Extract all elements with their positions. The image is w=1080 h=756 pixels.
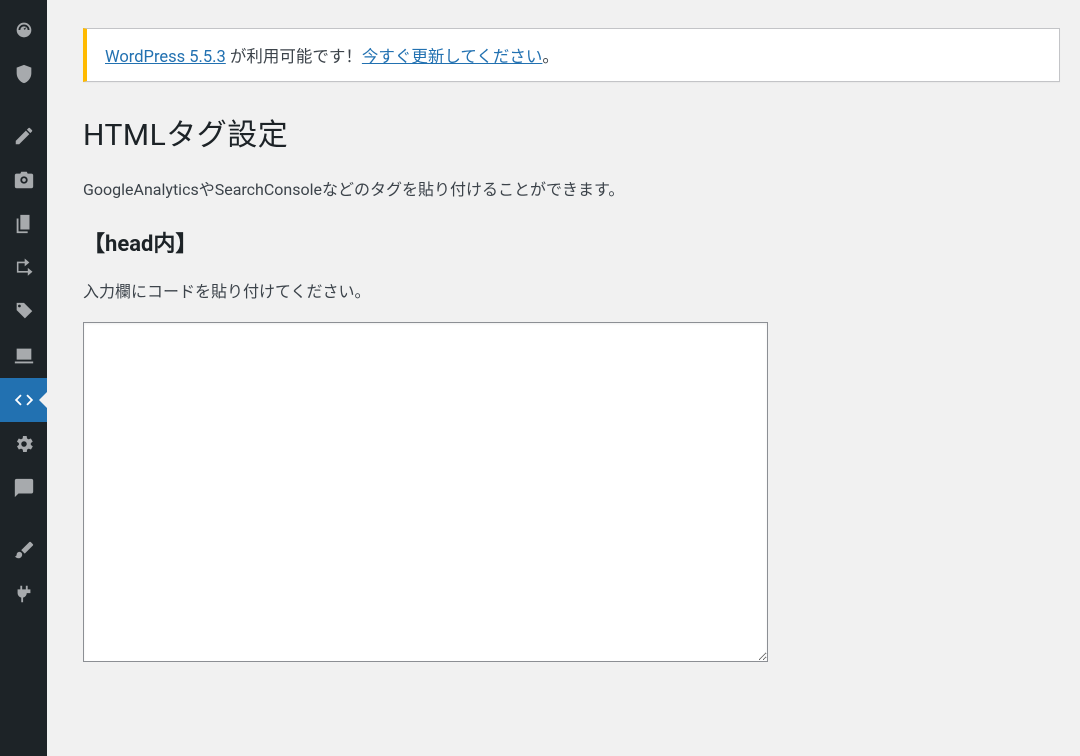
sidebar-item-plugins[interactable] bbox=[0, 572, 47, 616]
sidebar-item-posts[interactable] bbox=[0, 114, 47, 158]
dashboard-icon bbox=[13, 19, 35, 41]
pages-icon bbox=[13, 213, 35, 235]
page-title: HTMLタグ設定 bbox=[83, 110, 1060, 154]
shield-icon bbox=[13, 63, 35, 85]
admin-sidebar bbox=[0, 0, 47, 756]
head-code-textarea[interactable] bbox=[83, 322, 768, 662]
share-icon bbox=[13, 257, 35, 279]
section-head-title: 【head内】 bbox=[83, 226, 1060, 258]
sidebar-item-dashboard[interactable] bbox=[0, 8, 47, 52]
camera-icon bbox=[13, 169, 35, 191]
main-content: WordPress 5.5.3 が利用可能です！今すぐ更新してください。 HTM… bbox=[47, 0, 1080, 756]
tag-icon bbox=[13, 301, 35, 323]
sidebar-item-share[interactable] bbox=[0, 246, 47, 290]
wordpress-version-link[interactable]: WordPress 5.5.3 bbox=[105, 48, 226, 67]
page-description: GoogleAnalyticsやSearchConsoleなどのタグを貼り付ける… bbox=[83, 176, 1060, 200]
sidebar-item-appearance[interactable] bbox=[0, 528, 47, 572]
sidebar-item-media[interactable] bbox=[0, 158, 47, 202]
sidebar-item-security[interactable] bbox=[0, 52, 47, 96]
notice-suffix: 。 bbox=[542, 48, 559, 67]
gear-icon bbox=[13, 433, 35, 455]
plugin-icon bbox=[13, 583, 35, 605]
update-now-link[interactable]: 今すぐ更新してください bbox=[362, 48, 543, 67]
sidebar-item-pages[interactable] bbox=[0, 202, 47, 246]
sidebar-item-settings[interactable] bbox=[0, 422, 47, 466]
update-notice: WordPress 5.5.3 が利用可能です！今すぐ更新してください。 bbox=[83, 28, 1060, 82]
sidebar-item-comments[interactable] bbox=[0, 466, 47, 510]
pencil-icon bbox=[13, 125, 35, 147]
user-icon bbox=[13, 345, 35, 367]
sidebar-item-tags[interactable] bbox=[0, 290, 47, 334]
code-icon bbox=[13, 389, 35, 411]
sidebar-item-users[interactable] bbox=[0, 334, 47, 378]
input-instruction: 入力欄にコードを貼り付けてください。 bbox=[83, 278, 1060, 302]
brush-icon bbox=[13, 539, 35, 561]
notice-mid: が利用可能です！ bbox=[226, 48, 362, 67]
sidebar-item-html-tags[interactable] bbox=[0, 378, 47, 422]
comment-icon bbox=[13, 477, 35, 499]
